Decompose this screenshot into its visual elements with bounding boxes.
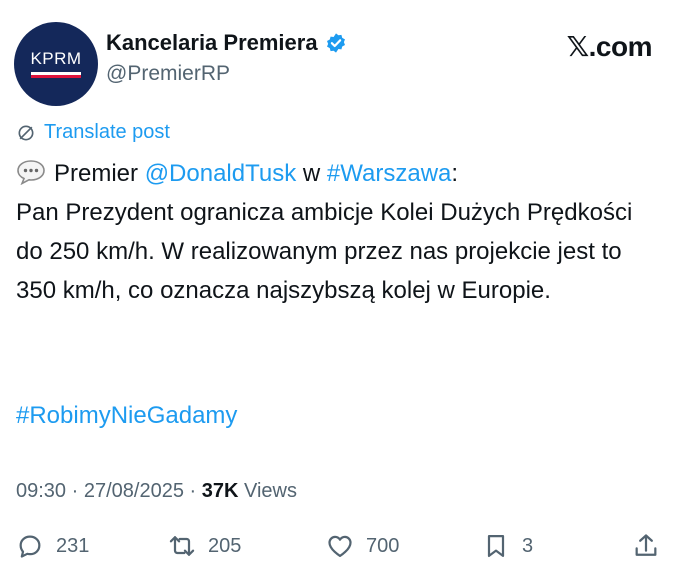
views-label: Views	[244, 480, 297, 502]
author-name-text: Kancelaria Premiera	[106, 30, 318, 55]
mention-link[interactable]: @DonaldTusk	[145, 160, 297, 187]
tweet-body: Pan Prezydent ogranicza ambicje Kolei Du…	[16, 199, 633, 304]
heart-icon	[328, 535, 352, 558]
tweet-colon: :	[451, 160, 459, 187]
tweet-meta: 09:30 · 27/08/2025 · 37K Views	[16, 480, 297, 503]
views-count: 37K	[201, 480, 239, 502]
like-count: 700	[366, 534, 400, 557]
reply-button[interactable]: 231	[16, 532, 89, 560]
hashtag-link[interactable]: #RobimyNieGadamy	[16, 396, 237, 435]
tweet-time[interactable]: 09:30	[16, 480, 66, 502]
repost-icon	[169, 536, 195, 556]
translate-label: Translate post	[44, 121, 170, 143]
bookmark-icon	[487, 534, 505, 558]
share-icon	[635, 534, 657, 556]
like-button[interactable]: 700	[326, 532, 399, 560]
share-button[interactable]	[632, 532, 660, 560]
repost-button[interactable]: 205	[168, 532, 241, 560]
translate-icon	[18, 125, 34, 140]
flag-stripe	[31, 72, 81, 78]
translate-post-link[interactable]: Translate post	[16, 121, 170, 144]
action-bar: 231 205 700 3	[0, 532, 680, 572]
author-handle[interactable]: @PremierRP	[106, 62, 230, 86]
reply-icon	[19, 535, 41, 558]
speech-balloon-icon	[17, 160, 45, 185]
meta-separator: ·	[66, 480, 84, 502]
verified-badge-icon	[326, 33, 345, 53]
reply-count: 231	[56, 534, 90, 557]
tweet-middle: w	[296, 160, 327, 187]
author-name[interactable]: Kancelaria Premiera	[106, 30, 347, 56]
tweet-date[interactable]: 27/08/2025	[84, 480, 184, 502]
avatar[interactable]: KPRM	[14, 22, 98, 106]
repost-count: 205	[208, 534, 242, 557]
hashtag-place-link[interactable]: #Warszawa	[327, 160, 451, 187]
site-logo: 𝕏.com	[566, 31, 653, 62]
bookmark-button[interactable]: 3	[482, 532, 533, 560]
tweet-prefix: Premier	[54, 160, 145, 187]
bookmark-count: 3	[522, 534, 534, 557]
tweet-text: Premier @DonaldTusk w #Warszawa: Pan Pre…	[16, 154, 656, 310]
avatar-logo-text: KPRM	[30, 49, 82, 68]
meta-separator: ·	[183, 480, 202, 502]
